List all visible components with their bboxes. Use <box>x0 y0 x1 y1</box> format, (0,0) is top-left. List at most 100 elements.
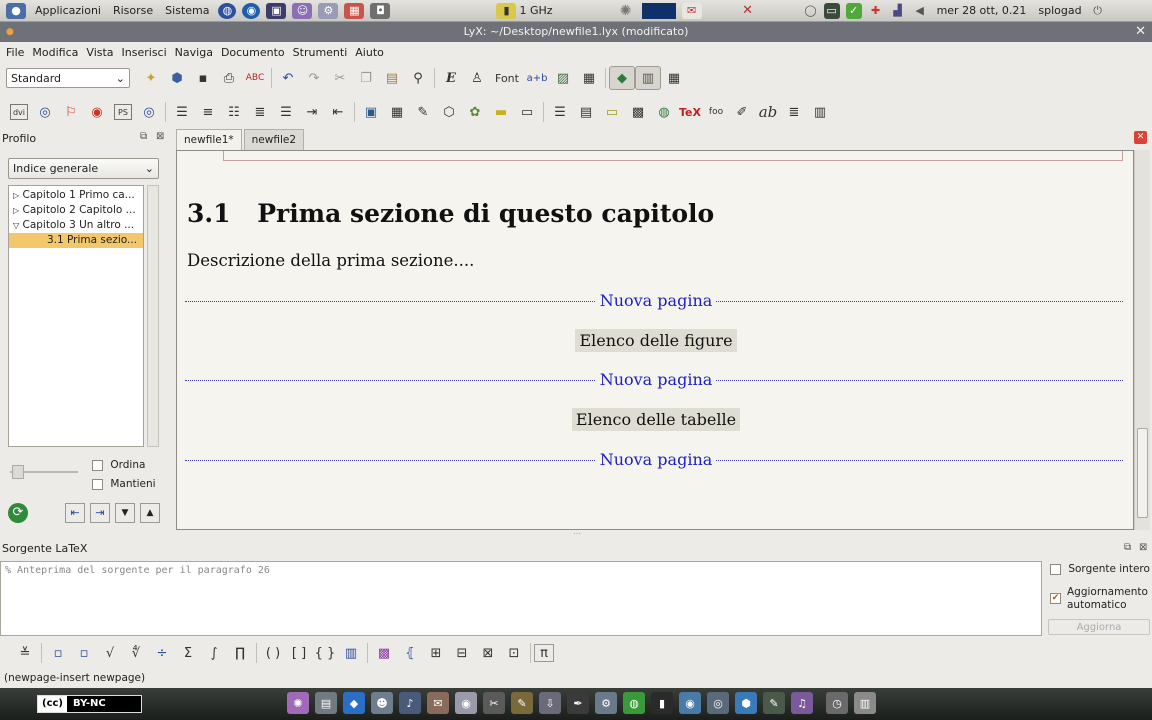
insert-marginal-icon[interactable]: ✿ <box>462 100 488 124</box>
insert-reference-icon[interactable]: ▭ <box>514 100 540 124</box>
dock-mail-icon[interactable]: ✉ <box>427 692 449 714</box>
depth-slider[interactable] <box>10 465 78 479</box>
align-right-icon[interactable]: ☰ <box>273 100 299 124</box>
menu-tools[interactable]: Strumenti <box>289 46 352 59</box>
tree-item[interactable]: ▷ Capitolo 1 Primo ca... <box>9 188 143 203</box>
keep-option[interactable]: Mantieni <box>92 478 156 490</box>
launcher-chat-icon[interactable]: ☺ <box>292 2 313 19</box>
braces-icon[interactable]: { } <box>312 641 338 665</box>
insert-label-icon[interactable]: ▬ <box>488 100 514 124</box>
shutdown-icon[interactable]: ⏻ <box>1091 3 1105 19</box>
root-icon[interactable]: ∜ <box>123 641 149 665</box>
product-icon[interactable]: ∏ <box>227 641 253 665</box>
newpage-inset[interactable]: Nuova pagina <box>177 291 1133 310</box>
text-style-icon[interactable]: ab <box>755 100 781 124</box>
tree-item-selected[interactable]: 3.1 Prima sezio... <box>9 233 143 248</box>
panel-close-icon[interactable]: ⊠ <box>1139 542 1147 553</box>
update-pdf-icon[interactable]: ◉ <box>84 100 110 124</box>
full-source-option[interactable]: Sorgente intero <box>1050 563 1150 575</box>
numbered-list-icon[interactable]: ≡ <box>195 100 221 124</box>
align-left-icon[interactable]: ☰ <box>169 100 195 124</box>
noun-icon[interactable]: ♙ <box>464 66 490 90</box>
cut-icon[interactable]: ✂ <box>327 66 353 90</box>
dock-notes-icon[interactable]: ✎ <box>763 692 785 714</box>
window-titlebar[interactable]: LyX: ~/Desktop/newfile1.lyx (modificato)… <box>0 22 1152 42</box>
dock-update-icon[interactable]: ◍ <box>623 692 645 714</box>
refresh-icon[interactable]: ⟳ <box>8 503 28 523</box>
font-settings-button[interactable]: Font <box>490 66 524 90</box>
sort-checkbox[interactable] <box>92 459 103 471</box>
panel-float-icon[interactable]: ⧉ <box>140 131 147 142</box>
insert-url-icon[interactable]: ◍ <box>651 100 677 124</box>
tab-newfile2[interactable]: newfile2 <box>243 129 304 150</box>
mail-icon[interactable]: ✉ <box>681 2 702 19</box>
update-dvi-icon[interactable]: ◎ <box>32 100 58 124</box>
math-mode-icon[interactable]: a+b <box>524 66 550 90</box>
menu-navigate[interactable]: Naviga <box>171 46 217 59</box>
outline-type-select[interactable]: Indice generale ⌄ <box>8 158 159 179</box>
delete-row-icon[interactable]: ⊠ <box>475 641 501 665</box>
insert-graphics-icon[interactable]: ▨ <box>550 66 576 90</box>
places-menu[interactable]: Risorse <box>107 4 159 17</box>
table-toolbar-icon[interactable]: ▦ <box>661 66 687 90</box>
dock-disc-icon[interactable]: ◉ <box>455 692 477 714</box>
thesaurus-icon[interactable]: ▥ <box>807 100 833 124</box>
decrease-depth-icon[interactable]: ⇤ <box>325 100 351 124</box>
menu-edit[interactable]: Modifica <box>28 46 82 59</box>
document-editor[interactable]: 3.1 Prima sezione di questo capitolo Des… <box>176 150 1134 530</box>
print-icon[interactable]: ⎙ <box>216 66 242 90</box>
add-column-icon[interactable]: ⊟ <box>449 641 475 665</box>
user-menu[interactable]: splogad <box>1032 4 1087 17</box>
insert-table-icon[interactable]: ▦ <box>576 66 602 90</box>
array-icon[interactable]: ▩ <box>371 641 397 665</box>
panel-close-icon[interactable]: ⊠ <box>156 131 164 142</box>
fraction-icon[interactable]: ÷ <box>149 641 175 665</box>
insert-toc-icon[interactable]: ☰ <box>547 100 573 124</box>
open-document-icon[interactable]: ⬢ <box>164 66 190 90</box>
integral-icon[interactable]: ∫ <box>201 641 227 665</box>
slider-handle[interactable] <box>12 465 24 479</box>
dock-app-icon[interactable]: ✺ <box>287 692 309 714</box>
insert-hyperlink-icon[interactable]: foo <box>703 100 729 124</box>
applications-menu[interactable]: Applicazioni <box>29 4 107 17</box>
math-panel-icon[interactable]: π <box>534 644 554 662</box>
sum-icon[interactable]: Σ <box>175 641 201 665</box>
brackets-icon[interactable]: [ ] <box>286 641 312 665</box>
list-of-tables-inset[interactable]: Elenco delle tabelle <box>177 408 1133 431</box>
insert-note-icon[interactable]: ✎ <box>410 100 436 124</box>
new-document-icon[interactable]: ✦ <box>138 66 164 90</box>
move-up-icon[interactable]: ▲ <box>140 503 160 523</box>
dock-audio-icon[interactable]: ♪ <box>399 692 421 714</box>
find-replace-icon[interactable]: ⚲ <box>405 66 431 90</box>
menu-file[interactable]: File <box>2 46 28 59</box>
sqrt-icon[interactable]: √ <box>97 641 123 665</box>
paragraph-style-select[interactable]: Standard ⌄ <box>6 68 130 88</box>
network-manager-icon[interactable]: ✕ <box>738 3 758 19</box>
launcher-app-icon[interactable]: ▣ <box>266 2 287 19</box>
move-out-icon[interactable]: ⇤ <box>65 503 85 523</box>
launcher-globe-icon[interactable]: ◍ <box>218 2 237 19</box>
update-ps-icon[interactable]: ◎ <box>136 100 162 124</box>
dock-settings-icon[interactable]: ⚙ <box>595 692 617 714</box>
document-scrollbar[interactable] <box>1134 150 1150 530</box>
insert-image-icon[interactable]: ▣ <box>358 100 384 124</box>
insert-index-icon[interactable]: ▤ <box>573 100 599 124</box>
parentheses-icon[interactable]: ( ) <box>260 641 286 665</box>
list-of-figures-inset[interactable]: Elenco delle figure <box>177 329 1133 352</box>
subscript-icon[interactable]: ▫ <box>45 641 71 665</box>
section-paragraph[interactable]: Descrizione della prima sezione.... <box>187 251 474 270</box>
increase-depth-icon[interactable]: ⇥ <box>299 100 325 124</box>
full-source-checkbox[interactable] <box>1050 563 1061 575</box>
view-pdf-icon[interactable]: ⚐ <box>58 100 84 124</box>
copy-icon[interactable]: ❐ <box>353 66 379 90</box>
scrollbar-thumb[interactable] <box>1137 428 1148 518</box>
outline-tree[interactable]: ▷ Capitolo 1 Primo ca... ▷ Capitolo 2 Ca… <box>8 185 144 447</box>
splitter-handle[interactable]: ⋯ <box>570 530 584 538</box>
newpage-inset[interactable]: Nuova pagina <box>177 370 1133 389</box>
latex-source-view[interactable]: % Anteprima del sorgente per il paragraf… <box>0 561 1042 636</box>
menu-insert[interactable]: Inserisci <box>118 46 171 59</box>
dock-clock-icon[interactable]: ◷ <box>826 692 848 714</box>
launcher-browser-icon[interactable]: ◉ <box>242 2 261 19</box>
system-menu[interactable]: Sistema <box>159 4 215 17</box>
insert-grid-icon[interactable]: ▦ <box>384 100 410 124</box>
